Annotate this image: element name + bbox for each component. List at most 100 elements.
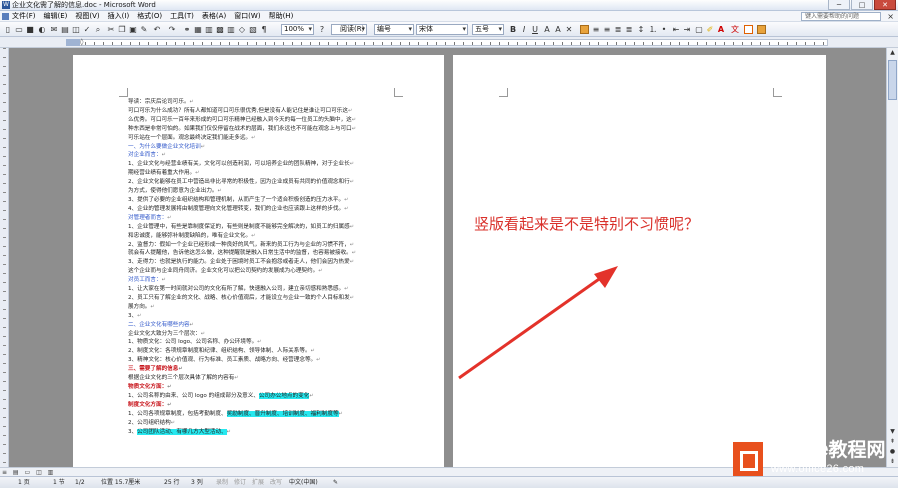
document-line[interactable]: 1、公司名称的由来、公司 logo 的组成部分及意义、公司办公地点的变化↵ xyxy=(128,392,390,401)
menu-window[interactable]: 窗口(W) xyxy=(234,11,260,22)
spelling-icon[interactable]: ✓ xyxy=(82,24,92,35)
status-extend[interactable]: 扩展 xyxy=(252,477,264,488)
document-line[interactable]: 3、走得力：也就是执行的能力。企业处于困境时员工不会抱怨或者走人，他们会因为热爱… xyxy=(128,258,390,267)
bold-icon[interactable]: B xyxy=(508,24,518,35)
font-select[interactable]: 宋体 xyxy=(416,24,468,35)
drawing-icon[interactable]: ◇ xyxy=(237,24,247,35)
menu-tools[interactable]: 工具(T) xyxy=(170,11,194,22)
increase-indent-icon[interactable]: ⇥ xyxy=(682,24,692,35)
status-record[interactable]: 录制 xyxy=(216,477,228,488)
document-line[interactable]: 展方向。↵ xyxy=(128,303,390,312)
menu-table[interactable]: 表格(A) xyxy=(202,11,226,22)
status-overtype[interactable]: 改写 xyxy=(270,477,282,488)
vertical-ruler[interactable] xyxy=(0,48,9,467)
close-button[interactable]: ✕ xyxy=(874,0,896,10)
font-size-select[interactable]: 五号 xyxy=(472,24,504,35)
scroll-up-icon[interactable]: ▲ xyxy=(887,48,898,58)
bullets-icon[interactable]: • xyxy=(659,24,669,35)
ruler-scale[interactable] xyxy=(66,39,828,46)
document-line[interactable]: 2、员工只有了解企业的文化、战略、核心价值观后，才能设立与企业一致的个人目标和发… xyxy=(128,294,390,303)
document-icon[interactable] xyxy=(2,13,9,20)
ruler-left-margin[interactable] xyxy=(66,39,80,46)
page-1[interactable]: 导读：宗庆后论司可乐。↵ 可口可乐为什么成功？所有人都知道可口可乐很优秀,但是没有… xyxy=(73,55,444,467)
research-icon[interactable]: ⌕ xyxy=(93,24,103,35)
menu-insert[interactable]: 插入(I) xyxy=(108,11,130,22)
numbering-icon[interactable]: ⒈ xyxy=(648,24,658,35)
document-line[interactable]: 这个企业而与企业同舟同济。企业文化可以把公司契约的发展成为心理契约。↵ xyxy=(128,267,390,276)
distribute-icon[interactable]: ≣ xyxy=(624,24,634,35)
phonetic-guide-icon[interactable]: 文 xyxy=(730,24,740,35)
vertical-scrollbar[interactable]: ▲ ▼ ⇞ ● ⇟ xyxy=(886,48,898,467)
decrease-indent-icon[interactable]: ⇤ xyxy=(671,24,681,35)
hyperlink-icon[interactable]: ⚭ xyxy=(182,24,192,35)
save-icon[interactable]: ■ xyxy=(25,24,35,35)
copy-icon[interactable]: ❐ xyxy=(117,24,127,35)
char-scale-icon[interactable]: ✕ xyxy=(564,24,574,35)
maximize-button[interactable]: □ xyxy=(851,0,873,10)
document-line[interactable]: 对企业而言：↵ xyxy=(128,151,390,160)
document-map-icon[interactable]: ▧ xyxy=(248,24,258,35)
document-line[interactable]: 导读：宗庆后论司可乐。↵ xyxy=(128,98,390,107)
page-2[interactable]: ↵ xyxy=(453,55,826,467)
new-document-icon[interactable]: ▯ xyxy=(3,24,13,35)
italic-icon[interactable]: I xyxy=(519,24,529,35)
menu-help[interactable]: 帮助(H) xyxy=(269,11,294,22)
document-line[interactable]: 物质文化方面：↵ xyxy=(128,383,390,392)
first-line-indent-marker[interactable]: ◊ xyxy=(80,38,83,47)
justify-icon[interactable]: ≣ xyxy=(613,24,623,35)
tables-borders-icon[interactable]: ▦ xyxy=(193,24,203,35)
menu-file[interactable]: 文件(F) xyxy=(12,11,36,22)
page-1-text[interactable]: 导读：宗庆后论司可乐。↵ 可口可乐为什么成功？所有人都知道可口可乐很优秀,但是没有… xyxy=(128,98,390,436)
document-line[interactable]: 为方式，使得他们愿意为企业出力。↵ xyxy=(128,187,390,196)
style-select[interactable]: 编号 xyxy=(374,24,414,35)
document-line[interactable]: 一、为什么要做企业文化培训↵ xyxy=(128,143,390,152)
document-line[interactable]: 1、让大家在第一时间就对公司的文化有所了解，快速融入公司，建立亲切感和熟悉感。↵ xyxy=(128,285,390,294)
email-icon[interactable]: ✉ xyxy=(49,24,59,35)
document-line[interactable]: 2、制度文化：各项规章制度和纪律、组织结构、领导体制、人际关系等。↵ xyxy=(128,347,390,356)
menu-format[interactable]: 格式(O) xyxy=(137,11,162,22)
insert-table-icon[interactable]: ▥ xyxy=(204,24,214,35)
document-line[interactable]: 么优秀。可口可乐一百年来形成的可口可乐精神已经融入到今天的每一位员工的头脑中，这… xyxy=(128,116,390,125)
minimize-button[interactable]: ─ xyxy=(828,0,850,10)
help-search-input[interactable]: 键入需要帮助的问题 xyxy=(801,12,881,21)
align-left-icon[interactable] xyxy=(580,25,589,34)
document-line[interactable]: 2、公司组织结构↵ xyxy=(128,419,390,428)
document-line[interactable]: 根据企业文化的三个层次具体了解的内容有↵ xyxy=(128,374,390,383)
print-preview-icon[interactable]: ◫ xyxy=(71,24,81,35)
spelling-status-icon[interactable]: ✎ xyxy=(333,477,338,488)
document-line[interactable]: 二、企业文化有哪些内容↵ xyxy=(128,321,390,330)
document-line[interactable]: 企业文化大致分为三个层次：↵ xyxy=(128,330,390,339)
menu-view[interactable]: 视图(V) xyxy=(75,11,99,22)
scroll-down-icon[interactable]: ▼ xyxy=(887,427,898,437)
document-line[interactable]: 3、精神文化：核心价值观、行为标准、员工素质、战略方向、经营理念等。↵ xyxy=(128,356,390,365)
insert-excel-icon[interactable]: ▩ xyxy=(215,24,225,35)
align-right-icon[interactable]: ≡ xyxy=(602,24,612,35)
redo-icon[interactable]: ↷ xyxy=(166,24,178,35)
line-spacing-icon[interactable]: ↕ xyxy=(636,24,646,35)
document-line[interactable]: 1、公司各项规章制度，包括考勤制度、奖励制度、晋升制度、培训制度、福利制度等↵ xyxy=(128,410,390,419)
document-workspace[interactable]: 导读：宗庆后论司可乐。↵ 可口可乐为什么成功？所有人都知道可口可乐很优秀,但是没有… xyxy=(9,48,886,467)
document-line[interactable]: 可乐站在一个层面。观念最终决定我们能走多远。↵ xyxy=(128,134,390,143)
underline-icon[interactable]: U xyxy=(530,24,540,35)
document-line[interactable]: 4、企业的管理发展将由制度管理向文化管理转变，我们的企业也应该跟上这样的步伐。↵ xyxy=(128,205,390,214)
align-center-icon[interactable]: ≡ xyxy=(591,24,601,35)
show-hide-icon[interactable]: ¶ xyxy=(259,24,269,35)
document-line[interactable]: 对管理者而言：↵ xyxy=(128,214,390,223)
horizontal-ruler[interactable]: ◊ xyxy=(0,37,898,48)
highlight-icon[interactable]: ✐ xyxy=(705,24,715,35)
open-icon[interactable]: ▭ xyxy=(14,24,24,35)
text-direction-icon[interactable] xyxy=(757,25,766,34)
help-icon[interactable]: ? xyxy=(317,24,327,35)
document-line[interactable]: 3、公司团队活动、有哪几方大型活动、↵ xyxy=(128,428,390,437)
document-line[interactable]: 制度文化方面：↵ xyxy=(128,401,390,410)
scroll-thumb[interactable] xyxy=(888,60,897,100)
document-line[interactable]: 三、需要了解的信息↵ xyxy=(128,365,390,374)
menu-edit[interactable]: 编辑(E) xyxy=(44,11,68,22)
permission-icon[interactable]: ◐ xyxy=(37,24,47,35)
document-line[interactable]: 1、企业文化与经营业绩有关，文化可以创造利润，可以培养企业的团队精神，对于企业长… xyxy=(128,160,390,169)
document-line[interactable]: 就会有人提醒他，告诉他这怎么做，这种提醒就是融入日常生活中的监督，也容易被接收。… xyxy=(128,249,390,258)
word-app-icon[interactable]: W xyxy=(2,1,10,9)
zoom-select[interactable]: 100% xyxy=(281,24,314,35)
document-line[interactable]: 期经营业绩有着重大作用。↵ xyxy=(128,169,390,178)
columns-icon[interactable]: ▥ xyxy=(226,24,236,35)
